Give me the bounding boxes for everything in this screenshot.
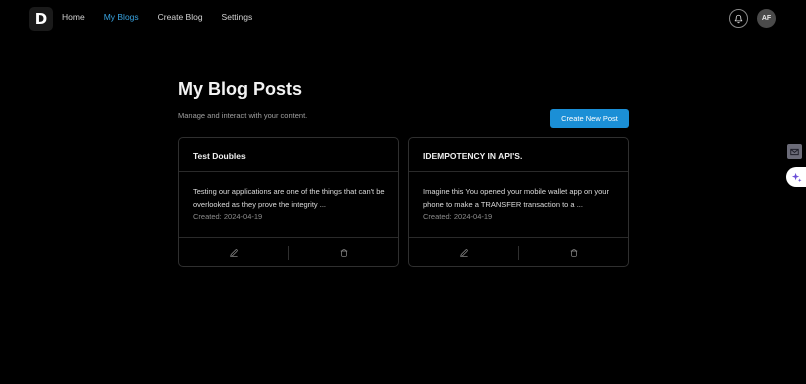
nav-link-settings[interactable]: Settings: [222, 12, 253, 22]
bell-icon: [734, 14, 743, 23]
top-navbar: D Home My Blogs Create Blog Settings AF: [0, 0, 806, 37]
post-title[interactable]: Test Doubles: [193, 151, 246, 161]
app-logo[interactable]: D: [29, 7, 53, 31]
page-title: My Blog Posts: [178, 79, 303, 99]
nav-link-my-blogs[interactable]: My Blogs: [104, 12, 139, 22]
pencil-icon: [459, 248, 468, 257]
notifications-button[interactable]: [729, 9, 748, 28]
nav-links: Home My Blogs Create Blog Settings: [62, 12, 271, 22]
page-subtitle: Manage and interact with your content.: [178, 111, 308, 120]
post-excerpt: Testing our applications are one of the …: [193, 187, 385, 209]
edit-post-button[interactable]: [179, 238, 288, 267]
card-actions: [409, 238, 628, 267]
post-created-date: Created: 2024-04-19: [193, 212, 263, 221]
trash-icon: [570, 248, 577, 257]
post-created-date: Created: 2024-04-19: [423, 212, 493, 221]
sparkle-icon: [791, 172, 802, 182]
edit-post-button[interactable]: [409, 238, 518, 267]
mail-icon: [790, 148, 799, 155]
nav-link-create-blog[interactable]: Create Blog: [158, 12, 203, 22]
pencil-icon: [229, 248, 238, 257]
post-excerpt: Imagine this You opened your mobile wall…: [423, 187, 609, 209]
card-divider: [409, 171, 628, 172]
create-new-post-button[interactable]: Create New Post: [550, 109, 629, 128]
nav-link-home[interactable]: Home: [62, 12, 85, 22]
app-root: D Home My Blogs Create Blog Settings AF …: [0, 0, 806, 384]
delete-post-button[interactable]: [519, 238, 628, 267]
post-title[interactable]: IDEMPOTENCY IN API'S.: [423, 151, 522, 161]
ai-assistant-widget[interactable]: [786, 167, 806, 187]
blog-post-card: Test Doubles Testing our applications ar…: [178, 137, 399, 267]
card-divider: [179, 171, 398, 172]
logo-letter: D: [34, 9, 48, 28]
mail-extension-widget[interactable]: [787, 144, 802, 159]
blog-post-card: IDEMPOTENCY IN API'S. Imagine this You o…: [408, 137, 629, 267]
card-actions: [179, 238, 398, 267]
delete-post-button[interactable]: [289, 238, 398, 267]
trash-icon: [340, 248, 347, 257]
user-avatar[interactable]: AF: [757, 9, 776, 28]
